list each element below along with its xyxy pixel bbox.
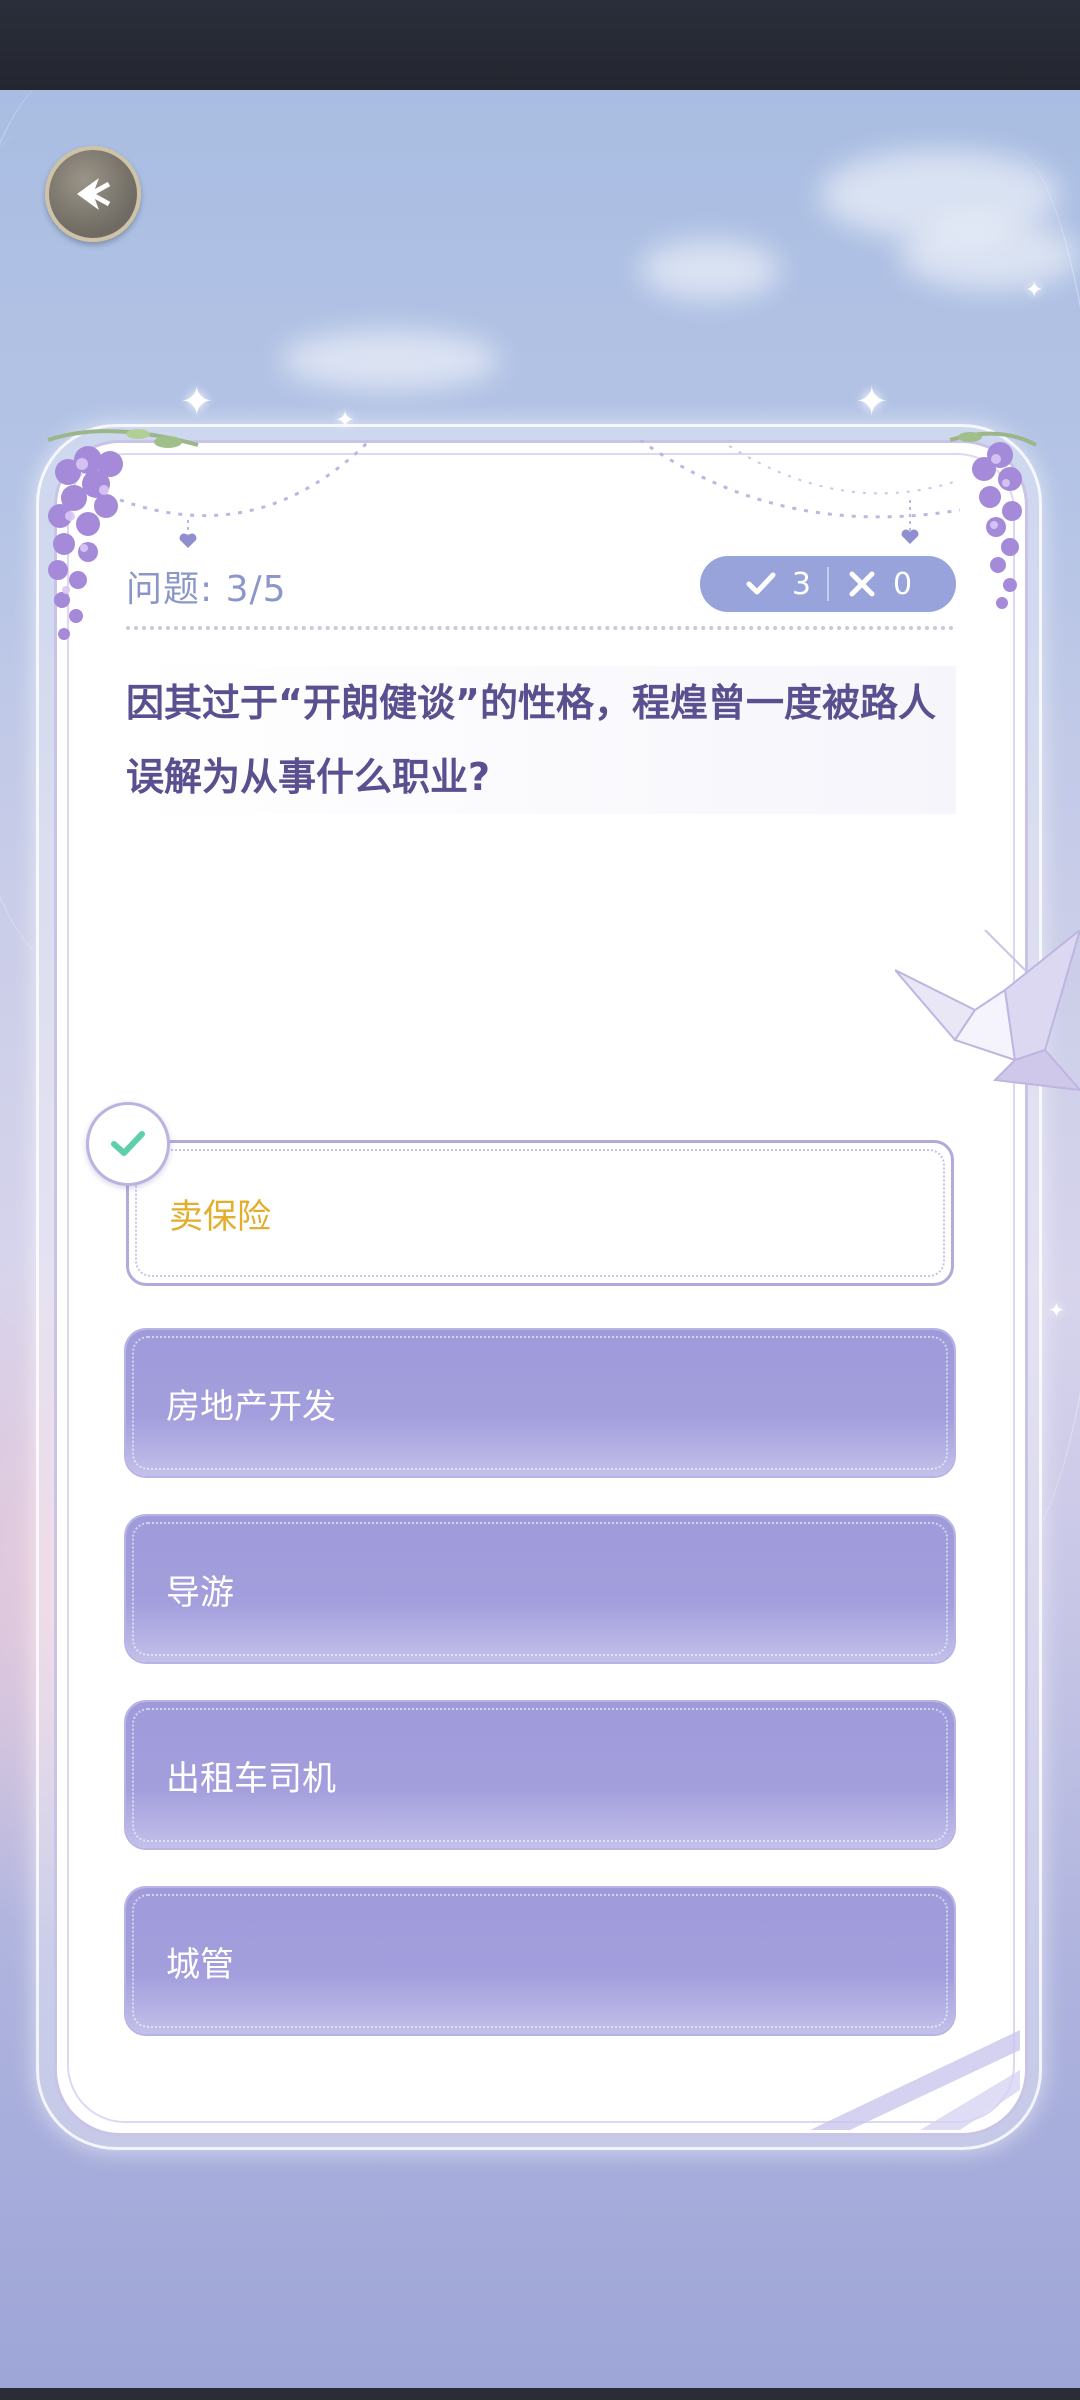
check-icon [746, 572, 776, 595]
wisteria-flower-decoration [949, 431, 1037, 609]
answer-option-label: 房地产开发 [166, 1386, 336, 1427]
correct-count: 3 [728, 567, 827, 602]
answer-option-label: 卖保险 [169, 1196, 271, 1237]
wrong-count: 0 [829, 567, 928, 602]
correct-count-value: 3 [791, 566, 811, 602]
sparkle-icon: ✦ [1048, 1298, 1065, 1322]
answer-option-label: 城管 [166, 1944, 234, 1985]
paper-crane-decoration [895, 930, 1080, 1092]
back-button[interactable] [45, 146, 141, 242]
check-badge-icon [111, 1131, 145, 1156]
corner-ribbon-decoration [810, 2030, 1020, 2130]
answer-option[interactable]: 导游 [126, 1516, 954, 1662]
question-text: 因其过于“开朗健谈”的性格，程煌曾一度被路人误解为从事什么职业? [126, 666, 956, 814]
answer-option[interactable]: 出租车司机 [126, 1702, 954, 1848]
garland-decoration [119, 440, 961, 548]
score-pill: 3 0 [700, 556, 956, 612]
bottom-system-strip [0, 2388, 1080, 2400]
sparkle-icon: ✦ [1025, 278, 1044, 303]
wrong-count-value: 0 [893, 566, 913, 602]
top-system-strip [0, 0, 1080, 90]
answer-option-label: 出租车司机 [166, 1758, 336, 1799]
sparkle-icon: ✦ [855, 379, 889, 425]
answer-option-label: 导游 [166, 1572, 234, 1613]
divider [126, 626, 954, 630]
answer-option[interactable]: 卖保险 [126, 1140, 954, 1286]
sparkle-icon: ✦ [180, 379, 214, 425]
selected-check-badge [86, 1102, 170, 1186]
back-arrow-icon [77, 178, 111, 210]
question-progress-label: 问题: 3/5 [126, 569, 287, 610]
cross-icon [849, 571, 875, 597]
answer-option[interactable]: 房地产开发 [126, 1330, 954, 1476]
